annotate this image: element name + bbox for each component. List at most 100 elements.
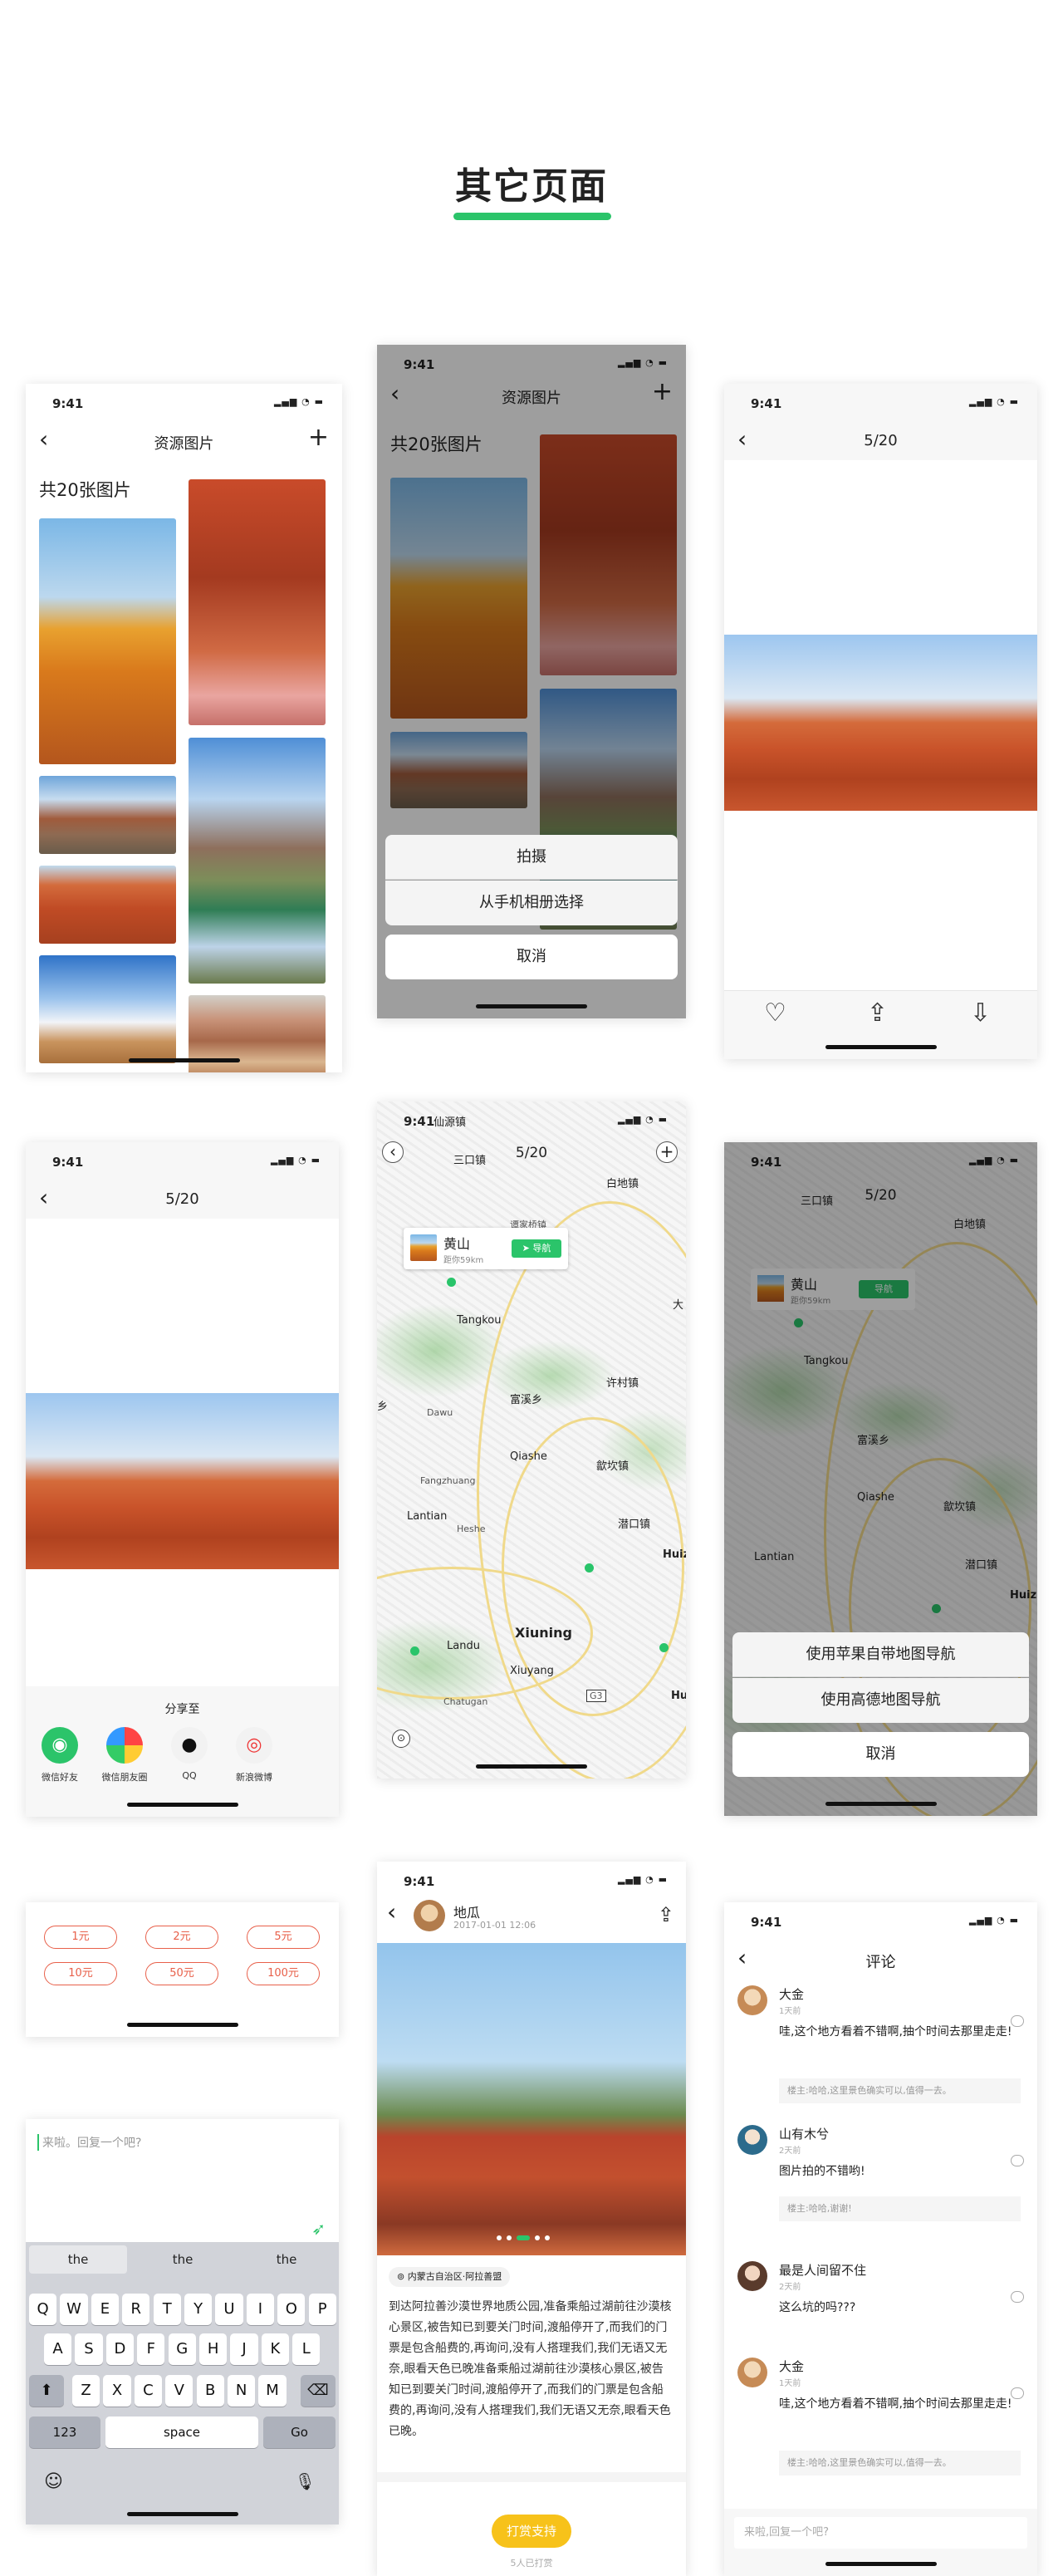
reward-amount[interactable]: 10元 (44, 1962, 117, 1985)
key-s[interactable]: S (75, 2333, 103, 2365)
key-t[interactable]: T (153, 2294, 181, 2325)
key-q[interactable]: Q (29, 2294, 57, 2325)
home-indicator (476, 1764, 587, 1769)
avatar[interactable] (414, 1900, 445, 1931)
status-time: 9:41 (751, 396, 782, 411)
photo-thumb[interactable] (39, 518, 176, 764)
status-bar: 9:41 ▂▄▆ ◔ ▬ (377, 1102, 686, 1138)
map-marker[interactable] (585, 1563, 594, 1573)
backspace-key[interactable]: ⌫ (301, 2375, 336, 2407)
keyboard-suggestion[interactable]: the (29, 2252, 127, 2267)
key-a[interactable]: A (44, 2333, 72, 2365)
share-moments[interactable]: 微信朋友圈 (96, 1727, 154, 1784)
map-marker[interactable] (410, 1646, 419, 1656)
location-text: 内蒙古自治区·阿拉善盟 (407, 2271, 502, 2282)
key-b[interactable]: B (196, 2375, 224, 2407)
back-icon[interactable]: ‹ (387, 1898, 396, 1926)
key-z[interactable]: Z (72, 2375, 100, 2407)
map-marker[interactable] (659, 1643, 669, 1652)
home-indicator (126, 2023, 238, 2027)
reply-input[interactable]: 来啦。回复一个吧? (37, 2134, 141, 2151)
apple-maps-button[interactable]: 使用苹果自带地图导航 (732, 1632, 1029, 1677)
status-time: 9:41 (404, 1114, 435, 1129)
key-u[interactable]: U (215, 2294, 243, 2325)
location-tag[interactable]: ⊚ 内蒙古自治区·阿拉善盟 (389, 2267, 511, 2287)
keyboard-suggestion[interactable]: the (238, 2252, 336, 2267)
comment-author: 大金 (779, 1987, 805, 2002)
key-y[interactable]: Y (184, 2294, 213, 2325)
place-card[interactable]: 黄山 距你59km ➤ 导航 (404, 1228, 568, 1269)
take-photo-button[interactable]: 拍摄 (385, 835, 678, 880)
map-label: 白地镇 (606, 1178, 639, 1190)
key-f[interactable]: F (137, 2333, 165, 2365)
tip-button[interactable]: 打赏支持 (492, 2515, 571, 2548)
map-add-button[interactable]: + (656, 1141, 678, 1163)
photo-thumb[interactable] (189, 479, 326, 725)
avatar[interactable] (737, 2358, 767, 2387)
post-photo[interactable] (377, 1943, 686, 2255)
home-indicator (126, 2512, 238, 2516)
key-c[interactable]: C (134, 2375, 162, 2407)
status-icons: ▂▄▆ ◔ ▬ (968, 1915, 1019, 1926)
key-j[interactable]: J (230, 2333, 258, 2365)
key-k[interactable]: K (261, 2333, 289, 2365)
key-e[interactable]: E (91, 2294, 119, 2325)
navigate-button[interactable]: ➤ 导航 (512, 1239, 561, 1258)
space-key[interactable]: space (105, 2417, 258, 2448)
numbers-key[interactable]: 123 (29, 2417, 100, 2448)
cancel-button[interactable]: 取消 (732, 1732, 1029, 1777)
avatar[interactable] (737, 2125, 767, 2155)
reward-amount[interactable]: 2元 (145, 1926, 218, 1949)
map-marker[interactable] (447, 1278, 456, 1287)
key-p[interactable]: P (308, 2294, 336, 2325)
avatar[interactable] (737, 1985, 767, 2015)
key-o[interactable]: O (277, 2294, 306, 2325)
share-icon[interactable]: ⇪ (658, 1903, 674, 1926)
key-w[interactable]: W (60, 2294, 88, 2325)
key-d[interactable]: D (105, 2333, 134, 2365)
choose-album-button[interactable]: 从手机相册选择 (385, 881, 678, 925)
locate-icon[interactable]: ⊙ (392, 1730, 410, 1748)
key-m[interactable]: M (258, 2375, 287, 2407)
key-r[interactable]: R (122, 2294, 150, 2325)
keyboard-suggestion[interactable]: the (134, 2252, 232, 2267)
like-icon[interactable]: ♡ (764, 999, 786, 1028)
microphone-icon[interactable]: 🎙 (295, 2471, 316, 2491)
reward-amount[interactable]: 1元 (44, 1926, 117, 1949)
photo-thumb[interactable] (39, 866, 176, 944)
download-icon[interactable]: ⇩ (970, 999, 991, 1028)
reward-amount[interactable]: 5元 (247, 1926, 320, 1949)
share-qq[interactable]: ● QQ (160, 1727, 218, 1781)
add-icon[interactable]: + (308, 425, 329, 450)
reward-amount[interactable]: 50元 (145, 1962, 218, 1985)
key-i[interactable]: I (246, 2294, 274, 2325)
amap-button[interactable]: 使用高德地图导航 (732, 1678, 1029, 1723)
emoji-icon[interactable]: ☺ (44, 2471, 63, 2492)
screen-map: 9:41 ▂▄▆ ◔ ▬ 仙源镇 三口镇 白地镇 谭家桥镇 Tangkou 许村镇… (377, 1102, 686, 1779)
screen-map-sheet: 9:41 ▂▄▆ ◔ ▬ 三口镇 白地镇 Tangkou 富溪乡 Qiashe 歙… (724, 1142, 1037, 1816)
cancel-button[interactable]: 取消 (385, 935, 678, 979)
reward-amount[interactable]: 100元 (247, 1962, 320, 1985)
key-h[interactable]: H (199, 2333, 228, 2365)
photo-thumb[interactable] (39, 955, 176, 1063)
key-l[interactable]: L (292, 2333, 321, 2365)
shift-key[interactable]: ⬆ (29, 2375, 64, 2407)
photo-large[interactable] (26, 1393, 339, 1569)
key-x[interactable]: X (103, 2375, 131, 2407)
status-bar: 9:41 ▂▄▆ ◔ ▬ (724, 384, 1037, 420)
key-v[interactable]: V (165, 2375, 193, 2407)
comment-input[interactable]: 来啦,回复一个吧? (734, 2517, 1027, 2549)
key-n[interactable]: N (228, 2375, 256, 2407)
key-g[interactable]: G (168, 2333, 196, 2365)
share-weibo[interactable]: ◎ 新浪微博 (225, 1727, 283, 1784)
avatar[interactable] (737, 2261, 767, 2291)
photo-thumb[interactable] (39, 776, 176, 854)
send-icon[interactable]: ➶ (311, 2219, 326, 2239)
share-wechat[interactable]: ◉ 微信好友 (31, 1727, 89, 1784)
photo-thumb[interactable] (189, 738, 326, 984)
share-label: QQ (182, 1770, 197, 1781)
go-key[interactable]: Go (263, 2417, 336, 2448)
photo-large[interactable] (724, 635, 1037, 811)
share-icon[interactable]: ⇪ (867, 999, 888, 1028)
status-bar: 9:41 ▂▄▆ ◔ ▬ (724, 1902, 1037, 1939)
